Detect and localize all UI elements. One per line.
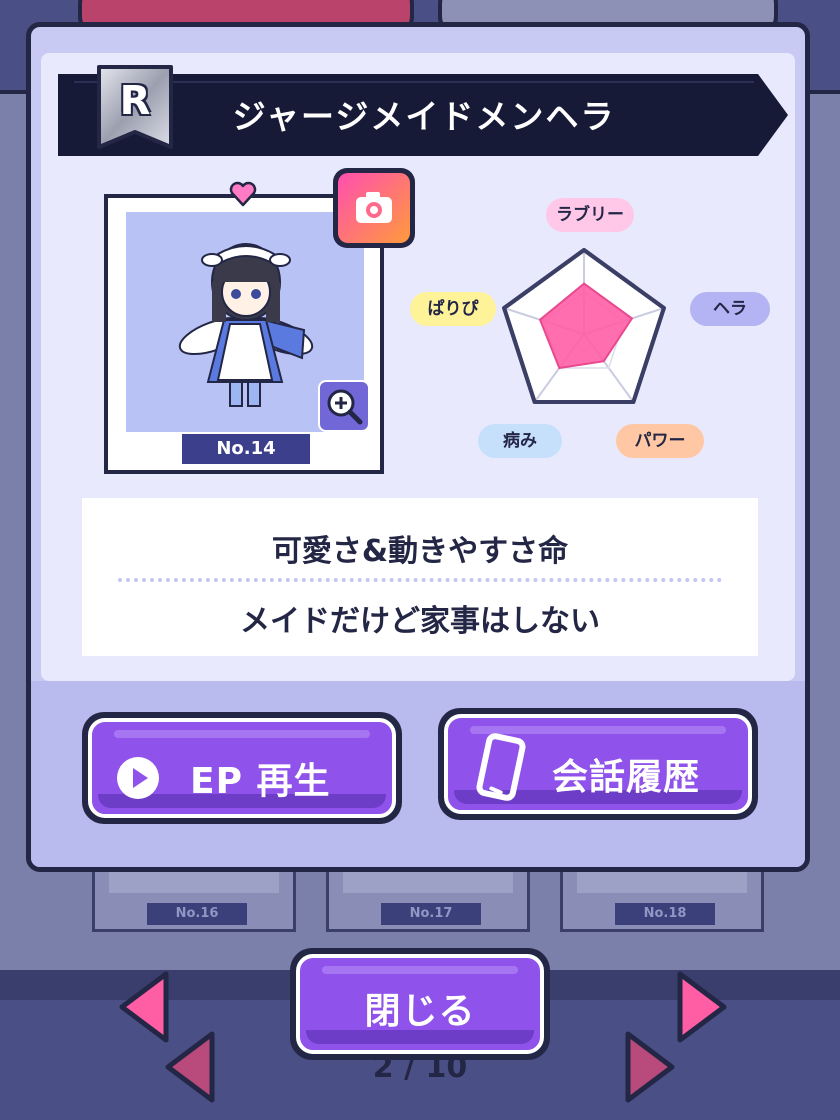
heart-icon — [229, 181, 257, 207]
background-card-number: No.16 — [147, 903, 247, 925]
play-icon — [117, 757, 159, 799]
rarity-letter: R — [119, 78, 151, 124]
next-page-arrow[interactable] — [676, 970, 728, 1044]
prev-page-arrow-shadow-icon — [165, 1031, 215, 1103]
zoom-in-icon — [327, 389, 363, 425]
description-line-1: 可愛さ&動きやすさ命 — [271, 534, 569, 569]
next-page-arrow-shadow-icon — [625, 1031, 675, 1103]
camera-button[interactable] — [333, 168, 415, 248]
background-card-number: No.17 — [381, 903, 481, 925]
zoom-button[interactable] — [318, 380, 370, 432]
stat-label-paripi: ぱりぴ — [410, 292, 496, 326]
description-line-2: メイドだけど家事はしない — [240, 604, 600, 639]
chat-history-button[interactable]: 会話履歴 — [438, 708, 758, 820]
stat-label-power: パワー — [616, 424, 704, 458]
character-title: ジャージメイドメンヘラ — [232, 97, 616, 136]
close-button[interactable]: 閉じる — [290, 948, 550, 1060]
smartphone-icon — [476, 733, 526, 801]
chat-history-label: 会話履歴 — [552, 757, 701, 798]
description-divider — [118, 578, 722, 582]
background-card-number: No.18 — [615, 903, 715, 925]
episode-play-label: EP 再生 — [190, 761, 331, 802]
close-button-label: 閉じる — [364, 991, 476, 1032]
stat-label-hera: ヘラ — [690, 292, 770, 326]
rarity-badge: R — [96, 64, 174, 150]
stats-radar-chart — [502, 248, 666, 404]
stat-label-yami: 病み — [478, 424, 562, 458]
character-number: No.14 — [182, 434, 310, 464]
description-box: 可愛さ&動きやすさ命 メイドだけど家事はしない — [82, 498, 758, 656]
camera-icon — [356, 192, 392, 223]
episode-play-button[interactable]: EP 再生 — [82, 712, 402, 824]
stat-label-lovely: ラブリー — [546, 198, 634, 232]
prev-page-arrow[interactable] — [118, 970, 170, 1044]
